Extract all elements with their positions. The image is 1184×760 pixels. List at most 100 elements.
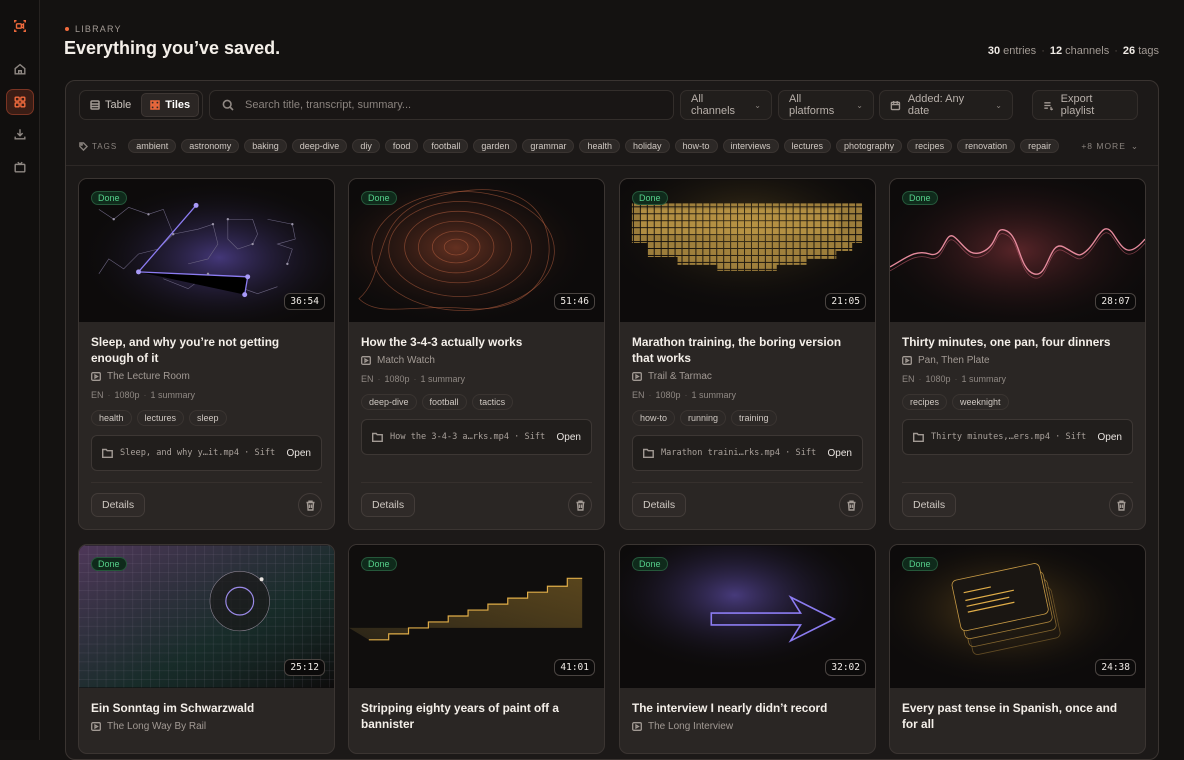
tag-chip[interactable]: tactics	[471, 394, 514, 410]
channel-name[interactable]: Match Watch	[377, 355, 435, 366]
delete-button[interactable]	[568, 493, 592, 517]
card-tags: recipes weeknight	[902, 394, 1133, 410]
channel-name[interactable]: The Long Interview	[648, 721, 733, 732]
status-badge: Done	[632, 191, 668, 205]
tag-chip[interactable]: baking	[244, 139, 287, 153]
tag-chip[interactable]: lectures	[783, 139, 832, 153]
tag-chip[interactable]: sleep	[189, 410, 227, 426]
tag-chip[interactable]: interviews	[722, 139, 779, 153]
video-card[interactable]: Done 32:02 The interview I nearly didn’t…	[619, 544, 876, 754]
tag-chip[interactable]: astronomy	[181, 139, 240, 153]
tag-chip[interactable]: photography	[836, 139, 903, 153]
thumbnail[interactable]: Done 36:54	[79, 179, 334, 322]
details-button[interactable]: Details	[91, 493, 146, 517]
channels-label: channels	[1065, 45, 1110, 57]
video-card[interactable]: Done 28:07 Thirty minutes, one pan, four…	[889, 178, 1146, 530]
tag-chip[interactable]: ambient	[128, 139, 177, 153]
card-title[interactable]: The interview I nearly didn’t record	[632, 700, 863, 716]
tag-chip[interactable]: renovation	[957, 139, 1016, 153]
chevron-down-icon: ⌄	[856, 100, 863, 110]
thumbnail[interactable]: Done 41:01	[349, 545, 604, 688]
delete-button[interactable]	[1109, 493, 1133, 517]
tag-chip[interactable]: training	[731, 410, 777, 426]
channel-name[interactable]: The Lecture Room	[107, 371, 190, 382]
file-name: How the 3-4-3 a…rks.mp4 · Sift	[390, 432, 546, 442]
tag-chip[interactable]: football	[421, 394, 467, 410]
more-tags-button[interactable]: +8 MORE ⌄	[1081, 141, 1139, 152]
tag-chip[interactable]: deep-dive	[291, 139, 348, 153]
tag-chip[interactable]: repair	[1020, 139, 1060, 153]
channel-name[interactable]: The Long Way By Rail	[107, 721, 206, 732]
tag-chip[interactable]: health	[91, 410, 132, 426]
channel-name[interactable]: Pan, Then Plate	[918, 355, 990, 366]
channel-row: Trail & Tarmac	[632, 371, 863, 382]
video-icon	[632, 722, 642, 731]
tag-chip[interactable]: health	[579, 139, 620, 153]
tag-chip[interactable]: garden	[473, 139, 518, 153]
tag-chip[interactable]: how-to	[674, 139, 718, 153]
view-toggle: Table Tiles	[79, 90, 203, 120]
open-file-button[interactable]: Open	[1098, 432, 1122, 443]
video-card[interactable]: Done 25:12 Ein Sonntag im Schwarzwald Th…	[78, 544, 335, 754]
tag-chip[interactable]: running	[680, 410, 727, 426]
view-tiles-button[interactable]: Tiles	[141, 93, 200, 117]
status-badge: Done	[902, 191, 938, 205]
tag-chip[interactable]: deep-dive	[361, 394, 417, 410]
tag-chip[interactable]: recipes	[907, 139, 953, 153]
divider	[66, 165, 1158, 166]
summary-count: 1 summary	[420, 374, 466, 384]
card-title[interactable]: Thirty minutes, one pan, four dinners	[902, 334, 1133, 350]
status-badge: Done	[91, 557, 127, 571]
open-file-button[interactable]: Open	[828, 448, 852, 459]
library-icon[interactable]	[6, 89, 34, 115]
tv-icon[interactable]	[6, 154, 34, 180]
tag-chip[interactable]: food	[384, 139, 419, 153]
tag-chip[interactable]: holiday	[624, 139, 670, 153]
video-card[interactable]: Done 36:54 Sleep, and why you’re not get…	[78, 178, 335, 530]
thumbnail[interactable]: Done 21:05	[620, 179, 875, 322]
thumbnail[interactable]: Done 28:07	[890, 179, 1145, 322]
download-icon[interactable]	[6, 121, 34, 147]
card-footer: Details	[361, 493, 592, 517]
delete-button[interactable]	[298, 493, 322, 517]
details-button[interactable]: Details	[902, 493, 957, 517]
thumbnail[interactable]: Done 24:38	[890, 545, 1145, 688]
export-playlist-button[interactable]: Export playlist	[1032, 90, 1138, 120]
card-title[interactable]: Stripping eighty years of paint off a ba…	[361, 700, 592, 732]
video-card[interactable]: Done 41:01 Stripping eighty years of pai…	[348, 544, 605, 754]
video-card[interactable]: Done 51:46 How the 3-4-3 actually works …	[348, 178, 605, 530]
channels-dropdown[interactable]: All channels ⌄	[680, 90, 772, 120]
video-card[interactable]: Done 21:05 Marathon training, the boring…	[619, 178, 876, 530]
tag-chip[interactable]: football	[423, 139, 469, 153]
open-file-button[interactable]: Open	[287, 448, 311, 459]
platforms-dropdown[interactable]: All platforms ⌄	[778, 90, 874, 120]
details-button[interactable]: Details	[361, 493, 416, 517]
card-title[interactable]: Marathon training, the boring version th…	[632, 334, 863, 366]
date-dropdown[interactable]: Added: Any date ⌄	[879, 90, 1013, 120]
card-title[interactable]: Ein Sonntag im Schwarzwald	[91, 700, 322, 716]
search-input[interactable]	[245, 99, 645, 111]
thumbnail[interactable]: Done 25:12	[79, 545, 334, 688]
view-table-button[interactable]: Table	[82, 93, 139, 117]
thumbnail[interactable]: Done 51:46	[349, 179, 604, 322]
tag-chip[interactable]: recipes	[902, 394, 948, 410]
tag-chip[interactable]: diy	[352, 139, 380, 153]
logo-icon[interactable]	[6, 13, 34, 39]
thumbnail[interactable]: Done 32:02	[620, 545, 875, 688]
details-button[interactable]: Details	[632, 493, 687, 517]
home-icon[interactable]	[6, 56, 34, 82]
duration-badge: 21:05	[825, 293, 866, 310]
card-footer: Details	[632, 493, 863, 517]
tag-chip[interactable]: how-to	[632, 410, 676, 426]
card-title[interactable]: Every past tense in Spanish, once and fo…	[902, 700, 1133, 732]
card-footer: Details	[91, 493, 322, 517]
tag-chip[interactable]: lectures	[136, 410, 185, 426]
card-title[interactable]: Sleep, and why you’re not getting enough…	[91, 334, 322, 366]
delete-button[interactable]	[839, 493, 863, 517]
channel-name[interactable]: Trail & Tarmac	[648, 371, 712, 382]
video-card[interactable]: Done 24:38 Every past tense in Spanish, …	[889, 544, 1146, 754]
card-title[interactable]: How the 3-4-3 actually works	[361, 334, 592, 350]
tag-chip[interactable]: grammar	[522, 139, 575, 153]
open-file-button[interactable]: Open	[557, 432, 581, 443]
tag-chip[interactable]: weeknight	[952, 394, 1009, 410]
